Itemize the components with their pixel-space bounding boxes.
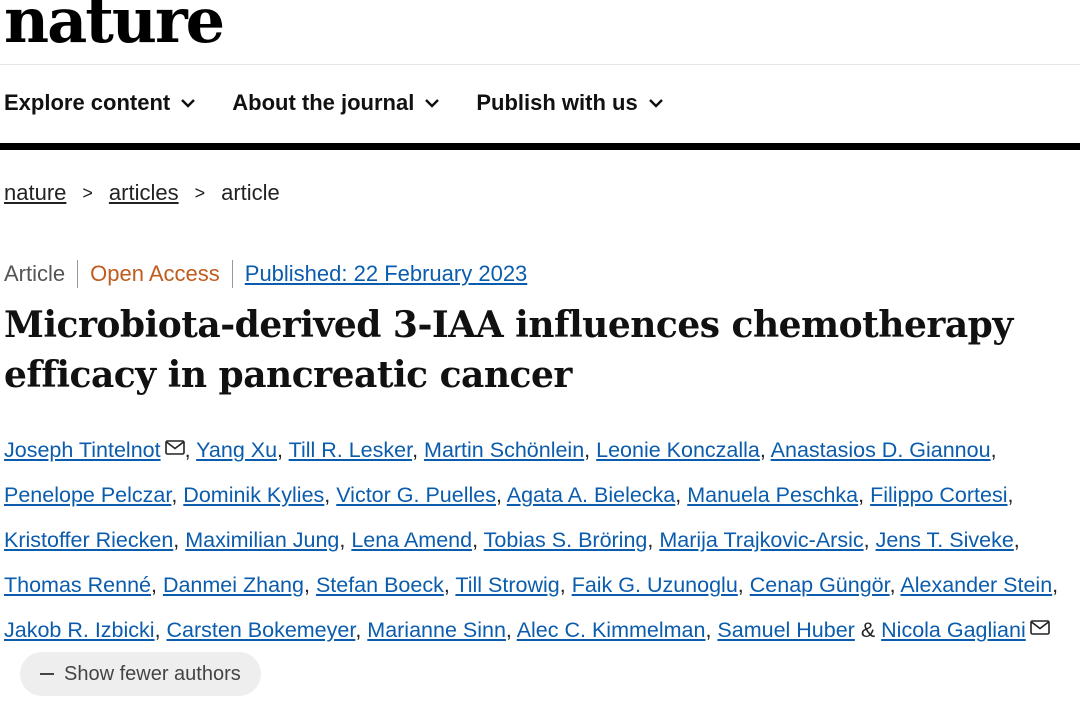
article-type: Article: [4, 261, 66, 286]
author-separator: ,: [858, 483, 871, 507]
breadcrumb-separator: >: [194, 182, 206, 203]
nav-publish-with-us[interactable]: Publish with us: [476, 90, 663, 116]
author-separator: ,: [171, 483, 184, 507]
email-icon[interactable]: [164, 426, 185, 471]
author-separator: ,: [339, 528, 352, 552]
author-link[interactable]: Victor G. Puelles: [336, 483, 496, 507]
author-separator: ,: [1052, 573, 1059, 597]
author-separator: ,: [705, 618, 718, 642]
author-link[interactable]: Martin Schönlein: [424, 438, 584, 462]
email-icon[interactable]: [1029, 606, 1050, 651]
main-nav: Explore content About the journal Publis…: [4, 90, 700, 116]
author-separator: ,: [355, 618, 368, 642]
author-link[interactable]: Marija Trajkovic-Arsic: [659, 528, 863, 552]
nav-explore-content[interactable]: Explore content: [4, 90, 196, 116]
author-separator: ,: [889, 573, 901, 597]
author-separator: ,: [737, 573, 750, 597]
author-link[interactable]: Nicola Gagliani: [881, 618, 1026, 642]
author-link[interactable]: Dominik Kylies: [183, 483, 324, 507]
chevron-down-icon: [181, 99, 196, 108]
author-separator: ,: [303, 573, 316, 597]
author-link[interactable]: Joseph Tintelnot: [4, 438, 161, 462]
author-link[interactable]: Alec C. Kimmelman: [517, 618, 706, 642]
nav-about-journal[interactable]: About the journal: [232, 90, 440, 116]
open-access-badge: Open Access: [90, 261, 220, 286]
author-link[interactable]: Tobias S. Bröring: [484, 528, 648, 552]
author-separator: ,: [443, 573, 456, 597]
author-separator: ,: [759, 438, 771, 462]
author-link[interactable]: Filippo Cortesi: [870, 483, 1007, 507]
article-meta: Article Open Access Published: 22 Februa…: [4, 260, 527, 288]
header-divider: [0, 64, 1080, 65]
author-link[interactable]: Danmei Zhang: [163, 573, 304, 597]
show-fewer-label: Show fewer authors: [64, 662, 241, 685]
author-separator: ,: [495, 483, 507, 507]
author-link[interactable]: Marianne Sinn: [367, 618, 506, 642]
chevron-down-icon: [648, 99, 663, 108]
author-link[interactable]: Carsten Bokemeyer: [167, 618, 356, 642]
author-separator: ,: [184, 438, 197, 462]
author-separator: ,: [472, 528, 484, 552]
author-separator: ,: [990, 438, 997, 462]
author-link[interactable]: Alexander Stein: [900, 573, 1052, 597]
meta-divider: [231, 260, 233, 288]
author-link[interactable]: Manuela Peschka: [687, 483, 858, 507]
author-separator: ,: [173, 528, 186, 552]
author-separator: ,: [675, 483, 688, 507]
author-link[interactable]: Till Strowig: [455, 573, 559, 597]
nature-logo[interactable]: nature: [4, 0, 225, 57]
breadcrumb-current: article: [221, 180, 280, 205]
show-fewer-authors-button[interactable]: Show fewer authors: [20, 652, 261, 697]
author-separator: ,: [324, 483, 337, 507]
author-separator: ,: [559, 573, 572, 597]
author-separator: ,: [1013, 528, 1020, 552]
author-separator: &: [854, 618, 882, 642]
breadcrumb-separator: >: [82, 182, 93, 203]
author-link[interactable]: Faik G. Uzunoglu: [572, 573, 738, 597]
author-link[interactable]: Maximilian Jung: [185, 528, 339, 552]
nav-label: Explore content: [4, 90, 171, 115]
breadcrumb: nature > articles > article: [4, 180, 280, 206]
author-link[interactable]: Yang Xu: [196, 438, 277, 462]
author-link[interactable]: Jens T. Siveke: [876, 528, 1014, 552]
breadcrumb-nature[interactable]: nature: [4, 180, 66, 206]
author-separator: ,: [647, 528, 660, 552]
author-link[interactable]: Leonie Konczalla: [596, 438, 760, 462]
author-separator: ,: [151, 573, 163, 597]
author-link[interactable]: Samuel Huber: [717, 618, 854, 642]
author-link[interactable]: Cenap Güngör: [750, 573, 890, 597]
author-link[interactable]: Lena Amend: [351, 528, 472, 552]
nav-label: Publish with us: [476, 90, 638, 115]
author-link[interactable]: Agata A. Bielecka: [507, 483, 676, 507]
author-link[interactable]: Anastasios D. Giannou: [771, 438, 991, 462]
author-separator: ,: [863, 528, 876, 552]
author-separator: ,: [412, 438, 425, 462]
author-link[interactable]: Thomas Renné: [4, 573, 151, 597]
author-separator: ,: [584, 438, 597, 462]
article-title: Microbiota-derived 3-IAA influences chem…: [4, 304, 1013, 396]
author-separator: ,: [505, 618, 517, 642]
author-list: Joseph Tintelnot, Yang Xu, Till R. Leske…: [4, 428, 1080, 698]
chevron-down-icon: [425, 99, 440, 108]
nav-divider: [0, 143, 1080, 150]
meta-divider: [77, 260, 79, 288]
nav-label: About the journal: [232, 90, 415, 115]
author-separator: ,: [1007, 483, 1014, 507]
author-link[interactable]: Till R. Lesker: [289, 438, 412, 462]
published-date-link[interactable]: Published: 22 February 2023: [245, 261, 528, 287]
breadcrumb-articles[interactable]: articles: [109, 180, 179, 206]
author-separator: ,: [154, 618, 167, 642]
author-link[interactable]: Jakob R. Izbicki: [4, 618, 155, 642]
author-link[interactable]: Penelope Pelczar: [4, 483, 171, 507]
minus-icon: [40, 673, 54, 676]
author-link[interactable]: Stefan Boeck: [316, 573, 444, 597]
author-link[interactable]: Kristoffer Riecken: [4, 528, 173, 552]
author-separator: ,: [277, 438, 289, 462]
